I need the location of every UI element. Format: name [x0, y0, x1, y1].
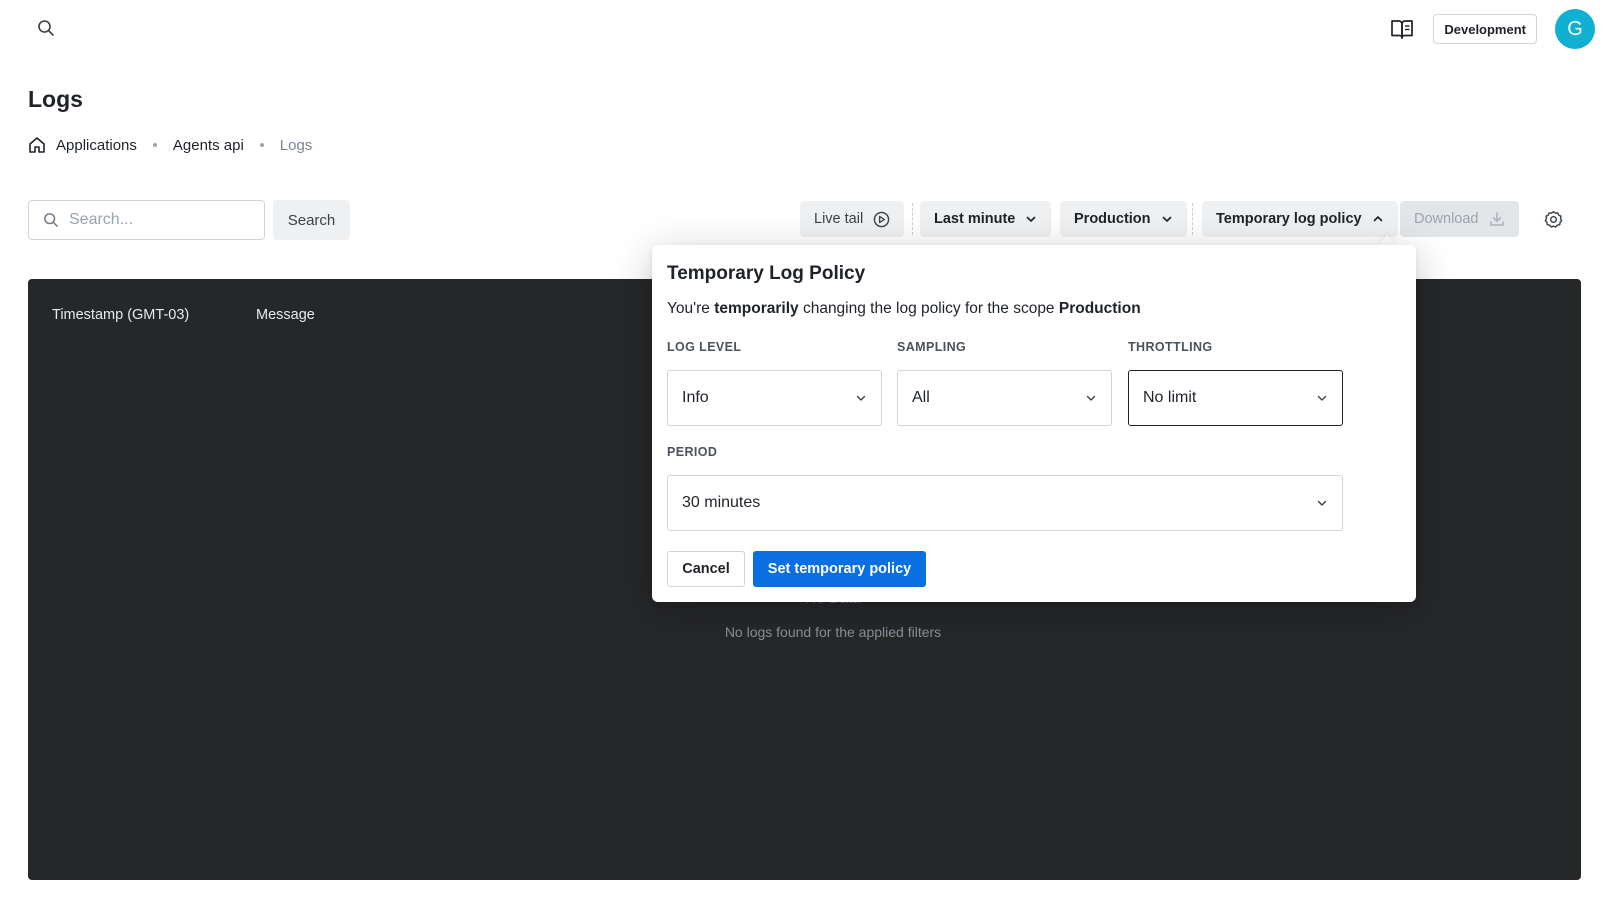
sampling-value: All: [912, 389, 930, 406]
download-label: Download: [1414, 211, 1479, 227]
log-level-label: LOG LEVEL: [667, 340, 742, 354]
breadcrumb-separator: [259, 143, 264, 147]
sampling-label: SAMPLING: [897, 340, 967, 354]
log-level-select[interactable]: Info: [667, 370, 882, 426]
download-button[interactable]: Download: [1400, 201, 1519, 237]
home-icon[interactable]: [28, 135, 48, 155]
breadcrumb-applications[interactable]: Applications: [56, 137, 137, 154]
toolbar-divider: [1192, 203, 1193, 235]
cancel-button[interactable]: Cancel: [667, 551, 745, 587]
period-label: PERIOD: [667, 445, 718, 459]
time-range-dropdown[interactable]: Last minute: [920, 201, 1052, 237]
scope-label: Production: [1074, 211, 1151, 227]
chevron-up-icon: [1372, 213, 1384, 225]
period-value: 30 minutes: [682, 494, 761, 511]
toolbar-divider: [912, 203, 913, 235]
popover-description: You're temporarily changing the log poli…: [667, 300, 1141, 318]
book-icon[interactable]: [1389, 16, 1415, 42]
download-icon: [1489, 211, 1505, 227]
description-text: changing the log policy for the scope: [798, 300, 1059, 317]
throttling-value: No limit: [1143, 389, 1197, 406]
search-field[interactable]: [28, 200, 265, 240]
column-header-timestamp[interactable]: Timestamp (GMT-03): [52, 307, 189, 323]
live-tail-label: Live tail: [814, 211, 864, 227]
top-right-actions: Development G: [1389, 8, 1595, 50]
temporary-log-policy-button[interactable]: Temporary log policy: [1202, 201, 1398, 237]
set-temporary-policy-button[interactable]: Set temporary policy: [753, 551, 926, 587]
throttling-label: THROTTLING: [1128, 340, 1213, 354]
chevron-down-icon: [1085, 392, 1097, 404]
period-select[interactable]: 30 minutes: [667, 475, 1343, 531]
environment-button[interactable]: Development: [1433, 14, 1537, 44]
empty-state-subtitle: No logs found for the applied filters: [724, 624, 942, 640]
throttling-select[interactable]: No limit: [1128, 370, 1343, 426]
temporary-log-policy-label: Temporary log policy: [1216, 211, 1362, 227]
time-range-label: Last minute: [934, 211, 1016, 227]
live-tail-button[interactable]: Live tail: [800, 201, 905, 237]
log-level-value: Info: [682, 389, 709, 406]
gear-icon[interactable]: [1542, 208, 1564, 230]
search-icon[interactable]: [36, 18, 56, 38]
chevron-down-icon: [855, 392, 867, 404]
search-button[interactable]: Search: [273, 200, 350, 240]
chevron-down-icon: [1316, 392, 1328, 404]
popover-title: Temporary Log Policy: [667, 263, 866, 284]
search-input[interactable]: [69, 211, 249, 229]
avatar[interactable]: G: [1555, 9, 1595, 49]
breadcrumb-separator: [152, 143, 157, 147]
chevron-down-icon: [1025, 213, 1037, 225]
chevron-down-icon: [1316, 497, 1328, 509]
temporary-log-policy-popover: Temporary Log Policy You're temporarily …: [652, 245, 1416, 602]
sampling-select[interactable]: All: [897, 370, 1112, 426]
page-title: Logs: [28, 86, 83, 112]
breadcrumb-agents-api[interactable]: Agents api: [173, 137, 244, 154]
breadcrumb: Applications Agents api Logs: [28, 135, 312, 155]
description-text: You're: [667, 300, 715, 317]
play-circle-icon: [873, 211, 890, 228]
column-header-message[interactable]: Message: [256, 307, 315, 323]
search-icon: [43, 212, 59, 228]
description-emphasis: temporarily: [714, 300, 799, 317]
chevron-down-icon: [1161, 213, 1173, 225]
description-scope: Production: [1058, 300, 1141, 317]
scope-dropdown[interactable]: Production: [1060, 201, 1187, 237]
top-bar: Development G: [0, 0, 1609, 56]
breadcrumb-logs: Logs: [279, 136, 313, 154]
